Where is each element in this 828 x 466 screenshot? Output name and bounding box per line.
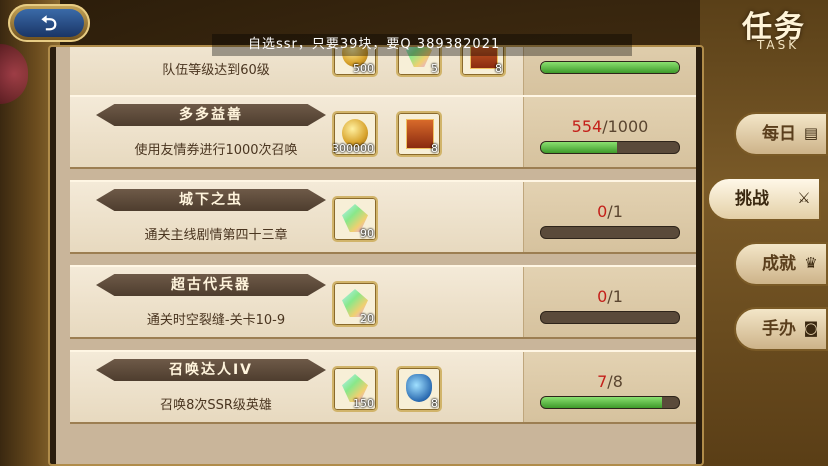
progress-fill [541,142,618,153]
trophy-icon: ♛ [804,254,818,272]
task-title: 召唤达人IV [96,359,326,381]
progress-text: 0/1 [524,287,696,306]
task-description: 通关主线剧情第四十三章 [144,228,288,243]
task-row: 城下之虫通关主线剧情第四十三章 90 0/1 [70,180,696,254]
task-description: 通关时空裂缝-关卡10-9 [146,313,286,328]
progress-text: 554/1000 [524,117,696,136]
crossed-swords-icon: ⚔ [797,189,811,207]
tab-achievement[interactable]: 成就 ♛ [734,242,828,286]
progress-current: 0 [597,287,608,306]
progress-bar [540,61,680,74]
reward-count: 500 [353,62,374,75]
potion-icon [406,374,432,402]
progress-current: 7 [597,372,608,391]
reward-count: 150 [353,397,374,410]
marquee-text: 自选ssr，只要39块，要Q 389382021 [212,34,632,56]
task-row: 多多益善使用友情券进行1000次召唤 300000 8 554/1000 [70,95,696,169]
tab-daily[interactable]: 每日 ▤ [734,112,828,156]
task-title: 城下之虫 [96,189,326,211]
task-title: 多多益善 [96,104,326,126]
tab-figure[interactable]: 手办 ◙ [734,307,828,351]
ticket-icon [406,119,434,149]
tab-label: 成就 [762,254,796,274]
reward-count: 90 [360,227,374,240]
task-description: 队伍等级达到60级 [162,63,270,78]
task-row: 超古代兵器通关时空裂缝-关卡10-9 20 0/1 [70,265,696,339]
reward-item[interactable]: 8 [396,366,442,412]
reward-item[interactable]: 90 [332,196,378,242]
task-info: 多多益善使用友情券进行1000次召唤 300000 8 [70,97,523,167]
task-progress: 7/8 [523,352,696,422]
progress-text: 7/8 [524,372,696,391]
task-panel: 队伍等级达到60级 500 5 8 多多益善使用友情券进行1000次召唤 300000 8 5… [48,45,704,466]
task-info: 城下之虫通关主线剧情第四十三章 90 [70,182,523,252]
progress-current: 0 [597,202,608,221]
reward-count: 5 [431,62,438,75]
tab-label: 挑战 [735,189,769,209]
progress-total: /1000 [602,117,649,136]
tab-challenge[interactable]: 挑战 ⚔ [707,177,821,221]
progress-total: /1 [607,287,623,306]
task-description: 使用友情券进行1000次召唤 [134,143,298,158]
reward-count: 8 [495,62,502,75]
scroll-icon: ▤ [803,124,819,142]
reward-item[interactable]: 150 [332,366,378,412]
back-button[interactable]: ⮌ [8,4,90,42]
progress-fill [541,397,662,408]
reward-count: 20 [360,312,374,325]
task-info: 召唤达人IV 召唤8次SSR级英雄 150 8 [70,352,523,422]
reward-item[interactable]: 300000 [332,111,378,157]
reward-item[interactable]: 20 [332,281,378,327]
back-arrow-icon: ⮌ [14,9,84,37]
task-progress: 0/1 [523,267,696,337]
progress-total: /1 [607,202,623,221]
task-info: 超古代兵器通关时空裂缝-关卡10-9 20 [70,267,523,337]
task-progress: 554/1000 [523,97,696,167]
progress-fill [541,62,679,73]
reward-count: 8 [431,142,438,155]
tab-label: 每日 [762,124,796,144]
progress-current: 554 [571,117,603,136]
reward-count: 300000 [332,142,374,155]
task-progress: 0/1 [523,182,696,252]
task-title: 超古代兵器 [96,274,326,296]
reward-item[interactable]: 8 [396,111,442,157]
figure-icon: ◙ [803,319,819,337]
progress-bar [540,226,680,239]
task-description: 召唤8次SSR级英雄 [160,398,272,413]
reward-count: 8 [431,397,438,410]
right-frame [700,0,828,466]
progress-bar [540,396,680,409]
progress-bar [540,141,680,154]
progress-total: /8 [607,372,623,391]
progress-text: 0/1 [524,202,696,221]
page-subtitle: TASK [757,38,800,52]
task-row: 召唤达人IV 召唤8次SSR级英雄 150 8 7/8 [70,350,696,424]
task-list: 队伍等级达到60级 500 5 8 多多益善使用友情券进行1000次召唤 300000 8 5… [56,47,696,464]
tab-label: 手办 [762,319,796,339]
progress-bar [540,311,680,324]
